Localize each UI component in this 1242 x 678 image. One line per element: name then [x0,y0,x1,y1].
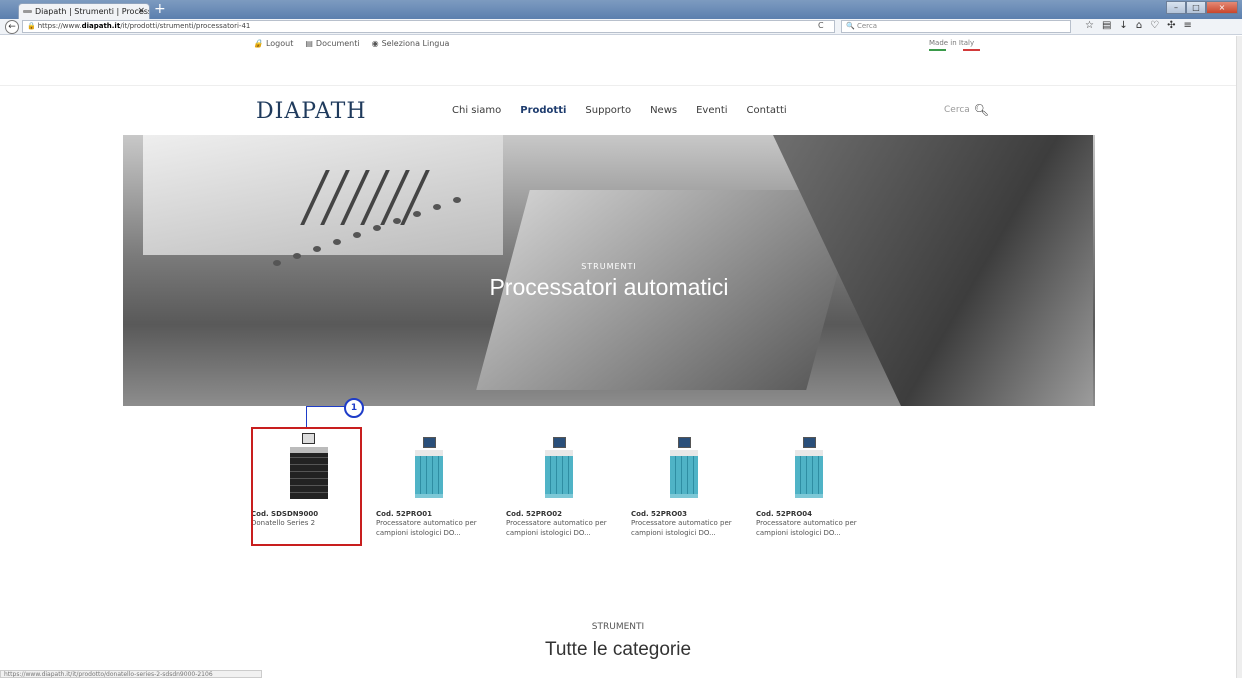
nav-prodotti[interactable]: Prodotti [520,105,566,116]
home-icon[interactable]: ⌂ [1136,20,1142,31]
italy-flag-stripe [929,49,980,51]
search-placeholder: Cerca [856,22,878,30]
favicon-icon [23,10,32,13]
nav-chi-siamo[interactable]: Chi siamo [452,105,501,116]
product-description[interactable]: Processatore automatico per campioni ist… [631,518,741,538]
product-code: Cod. 52PRO04 [756,510,813,518]
nav-eventi[interactable]: Eventi [696,105,727,116]
minimize-button[interactable]: – [1166,1,1186,14]
documenti-link[interactable]: ▤ Documenti [305,39,359,48]
web-page: 🔒 Logout ▤ Documenti ◉ Seleziona Lingua Mad… [0,36,1236,678]
nav-contatti[interactable]: Contatti [747,105,787,116]
url-domain: diapath.it [81,22,121,30]
documenti-label: Documenti [315,39,360,48]
lock-icon: 🔒 [27,22,36,30]
product-code: Cod. 52PRO01 [376,510,433,518]
product-image[interactable] [756,427,866,507]
browser-search-input[interactable]: 🔍 Cerca [841,20,1071,33]
bookmark-star-icon[interactable]: ☆ [1085,20,1094,31]
product-description[interactable]: Processatore automatico per campioni ist… [756,518,866,538]
logout-label: Logout [265,39,294,48]
menu-icon[interactable]: ≡ [1184,20,1192,31]
callout-line [306,406,346,407]
product-image[interactable] [506,427,616,507]
product-card[interactable]: Cod. 52PRO03 Processatore automatico per… [631,427,741,538]
product-image[interactable] [631,427,741,507]
back-button[interactable]: ← [5,20,19,34]
address-bar[interactable]: 🔒 https://www.diapath.it/it/prodotti/stru… [22,20,835,33]
globe-icon: ◉ [371,39,379,48]
search-icon[interactable]: 🔍︎ [974,103,989,117]
status-bar-url: https://www.diapath.it/it/prodotto/donat… [0,670,262,678]
nav-news[interactable]: News [650,105,677,116]
maximize-button[interactable]: □ [1186,1,1206,14]
reading-list-icon[interactable]: ▤ [1102,20,1111,31]
browser-toolbar: ← 🔒 https://www.diapath.it/it/prodotti/st… [0,19,1242,35]
url-prefix: https://www. [37,22,82,30]
hero-subtitle: STRUMENTI [581,262,637,271]
toolbar-icons: ☆ ▤ ↓ ⌂ ♡ ✣ ≡ [1085,20,1192,31]
product-code: Cod. 52PRO03 [631,510,688,518]
language-label: Seleziona Lingua [381,39,450,48]
hero-rack-image [143,135,503,255]
made-in-italy-badge: Made in Italy [929,39,980,51]
browser-tab[interactable]: Diapath | Strumenti | Process × [18,3,150,19]
hero-title: Processatori automatici [489,274,729,300]
site-search[interactable]: Cerca 🔍︎ [944,103,989,117]
highlight-box [251,427,362,546]
utility-menu: 🔒 Logout ▤ Documenti ◉ Seleziona Lingua [253,39,449,48]
window-controls: – □ × [1166,1,1238,14]
header-divider [0,85,1236,86]
extension-icon[interactable]: ✣ [1167,20,1175,31]
reload-icon[interactable]: C [818,21,824,30]
product-description[interactable]: Processatore automatico per campioni ist… [376,518,486,538]
document-icon: ▤ [305,39,313,48]
product-description[interactable]: Processatore automatico per campioni ist… [506,518,616,538]
product-code: Cod. 52PRO02 [506,510,563,518]
close-tab-icon[interactable]: × [137,6,145,16]
language-selector[interactable]: ◉ Seleziona Lingua [372,39,450,48]
section-title: Tutte le categorie [544,639,692,660]
tab-title: Diapath | Strumenti | Process [35,7,150,16]
hero-banner: STRUMENTI Processatori automatici [123,135,1095,406]
vertical-scrollbar[interactable] [1236,36,1242,678]
url-path: /it/prodotti/strumenti/processatori-41 [120,22,251,30]
close-window-button[interactable]: × [1206,1,1238,14]
browser-tab-strip: Diapath | Strumenti | Process × + – □ × [0,0,1242,19]
pocket-icon[interactable]: ♡ [1150,20,1159,31]
site-logo[interactable]: DIAPATH [256,99,367,124]
callout-marker: 1 [344,398,364,418]
product-card[interactable]: Cod. 52PRO01 Processatore automatico per… [376,427,486,538]
lock-icon: 🔒 [253,39,263,48]
main-navigation: Chi siamo Prodotti Supporto News Eventi … [452,105,787,116]
nav-supporto[interactable]: Supporto [585,105,631,116]
section-subtitle: STRUMENTI [591,622,645,632]
product-image[interactable] [376,427,486,507]
product-card[interactable]: Cod. 52PRO02 Processatore automatico per… [506,427,616,538]
product-card[interactable]: Cod. 52PRO04 Processatore automatico per… [756,427,866,538]
search-label: Cerca [944,105,970,115]
new-tab-button[interactable]: + [154,1,166,17]
made-in-italy-text: Made in Italy [929,39,975,47]
download-icon[interactable]: ↓ [1119,20,1127,31]
callout-line-vertical [306,406,307,428]
logout-link[interactable]: 🔒 Logout [253,39,293,48]
